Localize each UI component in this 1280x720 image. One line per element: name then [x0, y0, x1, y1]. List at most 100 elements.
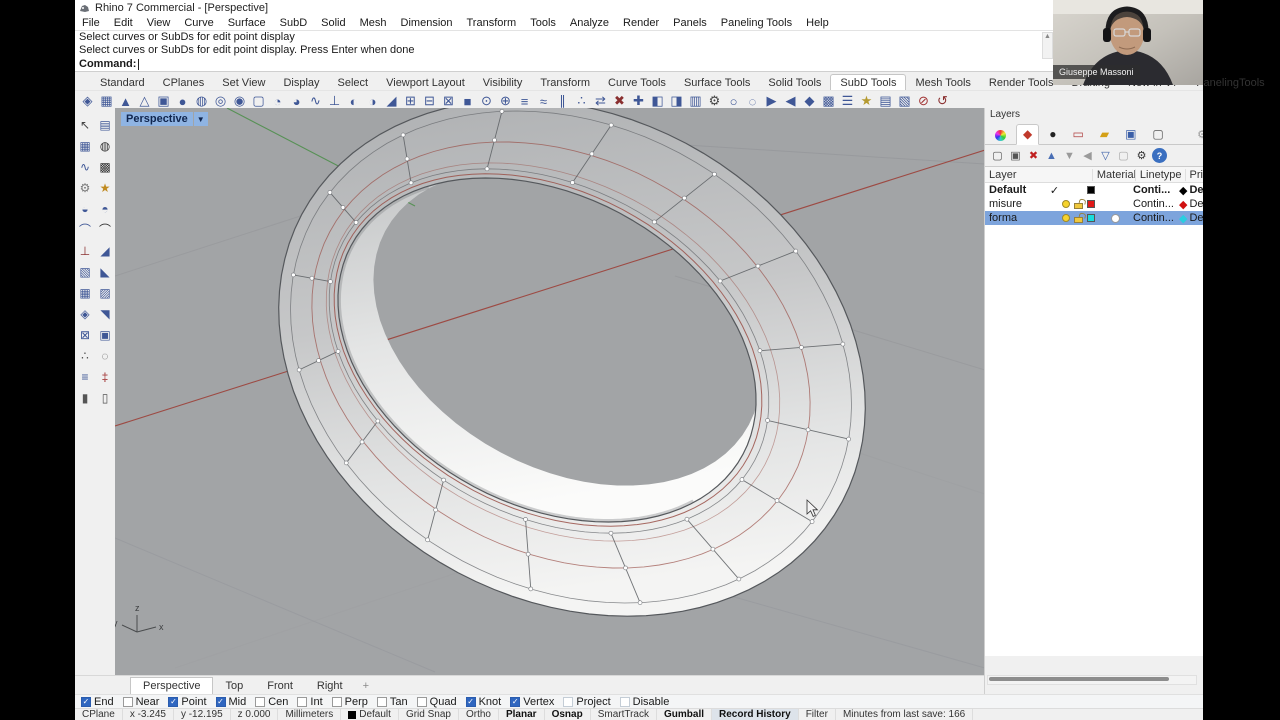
layer-linetype[interactable]: Conti...: [1133, 184, 1179, 196]
control-point[interactable]: [485, 167, 489, 171]
menu-edit[interactable]: Edit: [107, 17, 140, 29]
filter-icon[interactable]: ▽: [1098, 148, 1113, 163]
control-point[interactable]: [524, 517, 528, 521]
control-point[interactable]: [799, 345, 803, 349]
menu-dimension[interactable]: Dimension: [394, 17, 460, 29]
layer-manager-icon[interactable]: ▦: [76, 137, 94, 154]
notes-tab-icon[interactable]: ▭: [1066, 125, 1089, 144]
status-minutes-from-last-save-166[interactable]: Minutes from last save: 166: [836, 709, 973, 720]
control-point[interactable]: [344, 461, 348, 465]
control-point[interactable]: [685, 517, 689, 521]
status-grid-snap[interactable]: Grid Snap: [399, 709, 459, 720]
checkbox-cen[interactable]: [255, 697, 265, 707]
control-point[interactable]: [758, 349, 762, 353]
layers-horizontal-scrollbar[interactable]: [987, 675, 1197, 685]
viewport-tab-perspective[interactable]: Perspective: [130, 677, 213, 694]
menu-file[interactable]: File: [75, 17, 107, 29]
osnap-knot[interactable]: ✓Knot: [466, 696, 502, 708]
command-area[interactable]: Select curves or SubDs for edit point di…: [75, 31, 1203, 72]
control-point[interactable]: [297, 368, 301, 372]
display-tab-icon[interactable]: ▢: [1146, 125, 1169, 144]
control-point[interactable]: [401, 133, 405, 137]
viewport-title-dropdown[interactable]: ▼: [194, 112, 208, 126]
control-point[interactable]: [310, 276, 314, 280]
control-point[interactable]: [718, 279, 722, 283]
object-visibility-icon[interactable]: ◍: [96, 137, 114, 154]
lock-closed-icon[interactable]: ▮: [76, 389, 94, 406]
control-point[interactable]: [291, 273, 295, 277]
notebook-icon[interactable]: ▤: [96, 116, 114, 133]
control-point[interactable]: [590, 152, 594, 156]
control-point[interactable]: [638, 601, 642, 605]
status-cplane[interactable]: CPlane: [75, 709, 123, 720]
viewport-tab-right[interactable]: Right: [305, 678, 355, 694]
toolbar-tab-standard[interactable]: Standard: [91, 75, 154, 90]
viewport-tab-front[interactable]: Front: [255, 678, 305, 694]
control-point[interactable]: [336, 349, 340, 353]
checkbox-perp[interactable]: [332, 697, 342, 707]
menu-surface[interactable]: Surface: [221, 17, 273, 29]
squares-icon[interactable]: ▣: [96, 326, 114, 343]
layer-lock-icon[interactable]: [1072, 199, 1084, 209]
control-point[interactable]: [442, 478, 446, 482]
layers-tab-icon[interactable]: ◆: [1016, 124, 1039, 145]
viewport-title-label[interactable]: Perspective: [121, 112, 193, 126]
toolbar-tab-solid-tools[interactable]: Solid Tools: [759, 75, 830, 90]
layer-row-Default[interactable]: Default✓Conti...◆De: [985, 183, 1203, 197]
toolbar-tab-mesh-tools[interactable]: Mesh Tools: [906, 75, 979, 90]
control-point[interactable]: [354, 220, 358, 224]
column-header-material[interactable]: Material: [1092, 169, 1135, 181]
v-surface-icon[interactable]: ◥: [96, 305, 114, 322]
trim-icon[interactable]: ▧: [76, 263, 94, 280]
checkbox-disable[interactable]: [620, 697, 630, 707]
command-scrollbar[interactable]: ▲: [1042, 32, 1053, 59]
status-planar[interactable]: Planar: [499, 709, 545, 720]
settings-gear-icon[interactable]: ⚙: [76, 179, 94, 196]
layer-linetype[interactable]: Contin...: [1133, 212, 1179, 224]
stairs-icon[interactable]: ≡: [76, 368, 94, 385]
osnap-vertex[interactable]: ✓Vertex: [510, 696, 554, 708]
new-layer-icon[interactable]: ▢: [990, 148, 1005, 163]
control-point[interactable]: [682, 196, 686, 200]
control-point[interactable]: [376, 419, 380, 423]
layer-print-color[interactable]: ◆De: [1179, 212, 1203, 225]
copy-layer-icon[interactable]: ▣: [1008, 148, 1023, 163]
control-point[interactable]: [409, 181, 413, 185]
toolbar-tab-display[interactable]: Display: [274, 75, 328, 90]
layer-visibility-bulb-icon[interactable]: [1060, 214, 1072, 222]
osnap-quad[interactable]: Quad: [417, 696, 457, 708]
status-record-history[interactable]: Record History: [712, 709, 799, 720]
control-point[interactable]: [652, 220, 656, 224]
layer-print-color[interactable]: ◆Def: [1179, 198, 1203, 211]
layer-visibility-bulb-icon[interactable]: [1060, 200, 1072, 208]
control-point[interactable]: [492, 138, 496, 142]
control-point[interactable]: [806, 428, 810, 432]
osnap-int[interactable]: Int: [297, 696, 322, 708]
menu-view[interactable]: View: [140, 17, 178, 29]
new-viewport-button[interactable]: +: [355, 680, 377, 692]
menu-panels[interactable]: Panels: [666, 17, 714, 29]
status-z-0-000[interactable]: z 0.000: [231, 709, 279, 720]
control-point[interactable]: [712, 172, 716, 176]
files-tab-icon[interactable]: ▰: [1094, 125, 1115, 144]
toolbar-tab-select[interactable]: Select: [329, 75, 378, 90]
osnap-end[interactable]: ✓End: [81, 696, 114, 708]
chain-links-icon[interactable]: ‡: [96, 368, 114, 385]
toolbar-tab-viewport-layout[interactable]: Viewport Layout: [377, 75, 474, 90]
layer-lock-icon[interactable]: [1072, 213, 1084, 223]
hatch-icon[interactable]: ▨: [96, 284, 114, 301]
layer-print-color[interactable]: ◆De: [1179, 184, 1203, 197]
lock-open-icon[interactable]: ▯: [96, 389, 114, 406]
toolbar-tab-subd-tools[interactable]: SubD Tools: [830, 74, 906, 90]
toolbar-tab-cplanes[interactable]: CPlanes: [154, 75, 214, 90]
checkbox-end[interactable]: ✓: [81, 697, 91, 707]
osnap-perp[interactable]: Perp: [332, 696, 368, 708]
fillet-corner-icon[interactable]: ◣: [96, 263, 114, 280]
control-point[interactable]: [434, 508, 438, 512]
control-point[interactable]: [737, 577, 741, 581]
checkbox-int[interactable]: [297, 697, 307, 707]
osnap-mid[interactable]: ✓Mid: [216, 696, 247, 708]
column-header-linetype[interactable]: Linetype: [1135, 169, 1185, 181]
layer-row-forma[interactable]: formaContin...◆De: [985, 211, 1203, 225]
toolbar-tab-curve-tools[interactable]: Curve Tools: [599, 75, 675, 90]
